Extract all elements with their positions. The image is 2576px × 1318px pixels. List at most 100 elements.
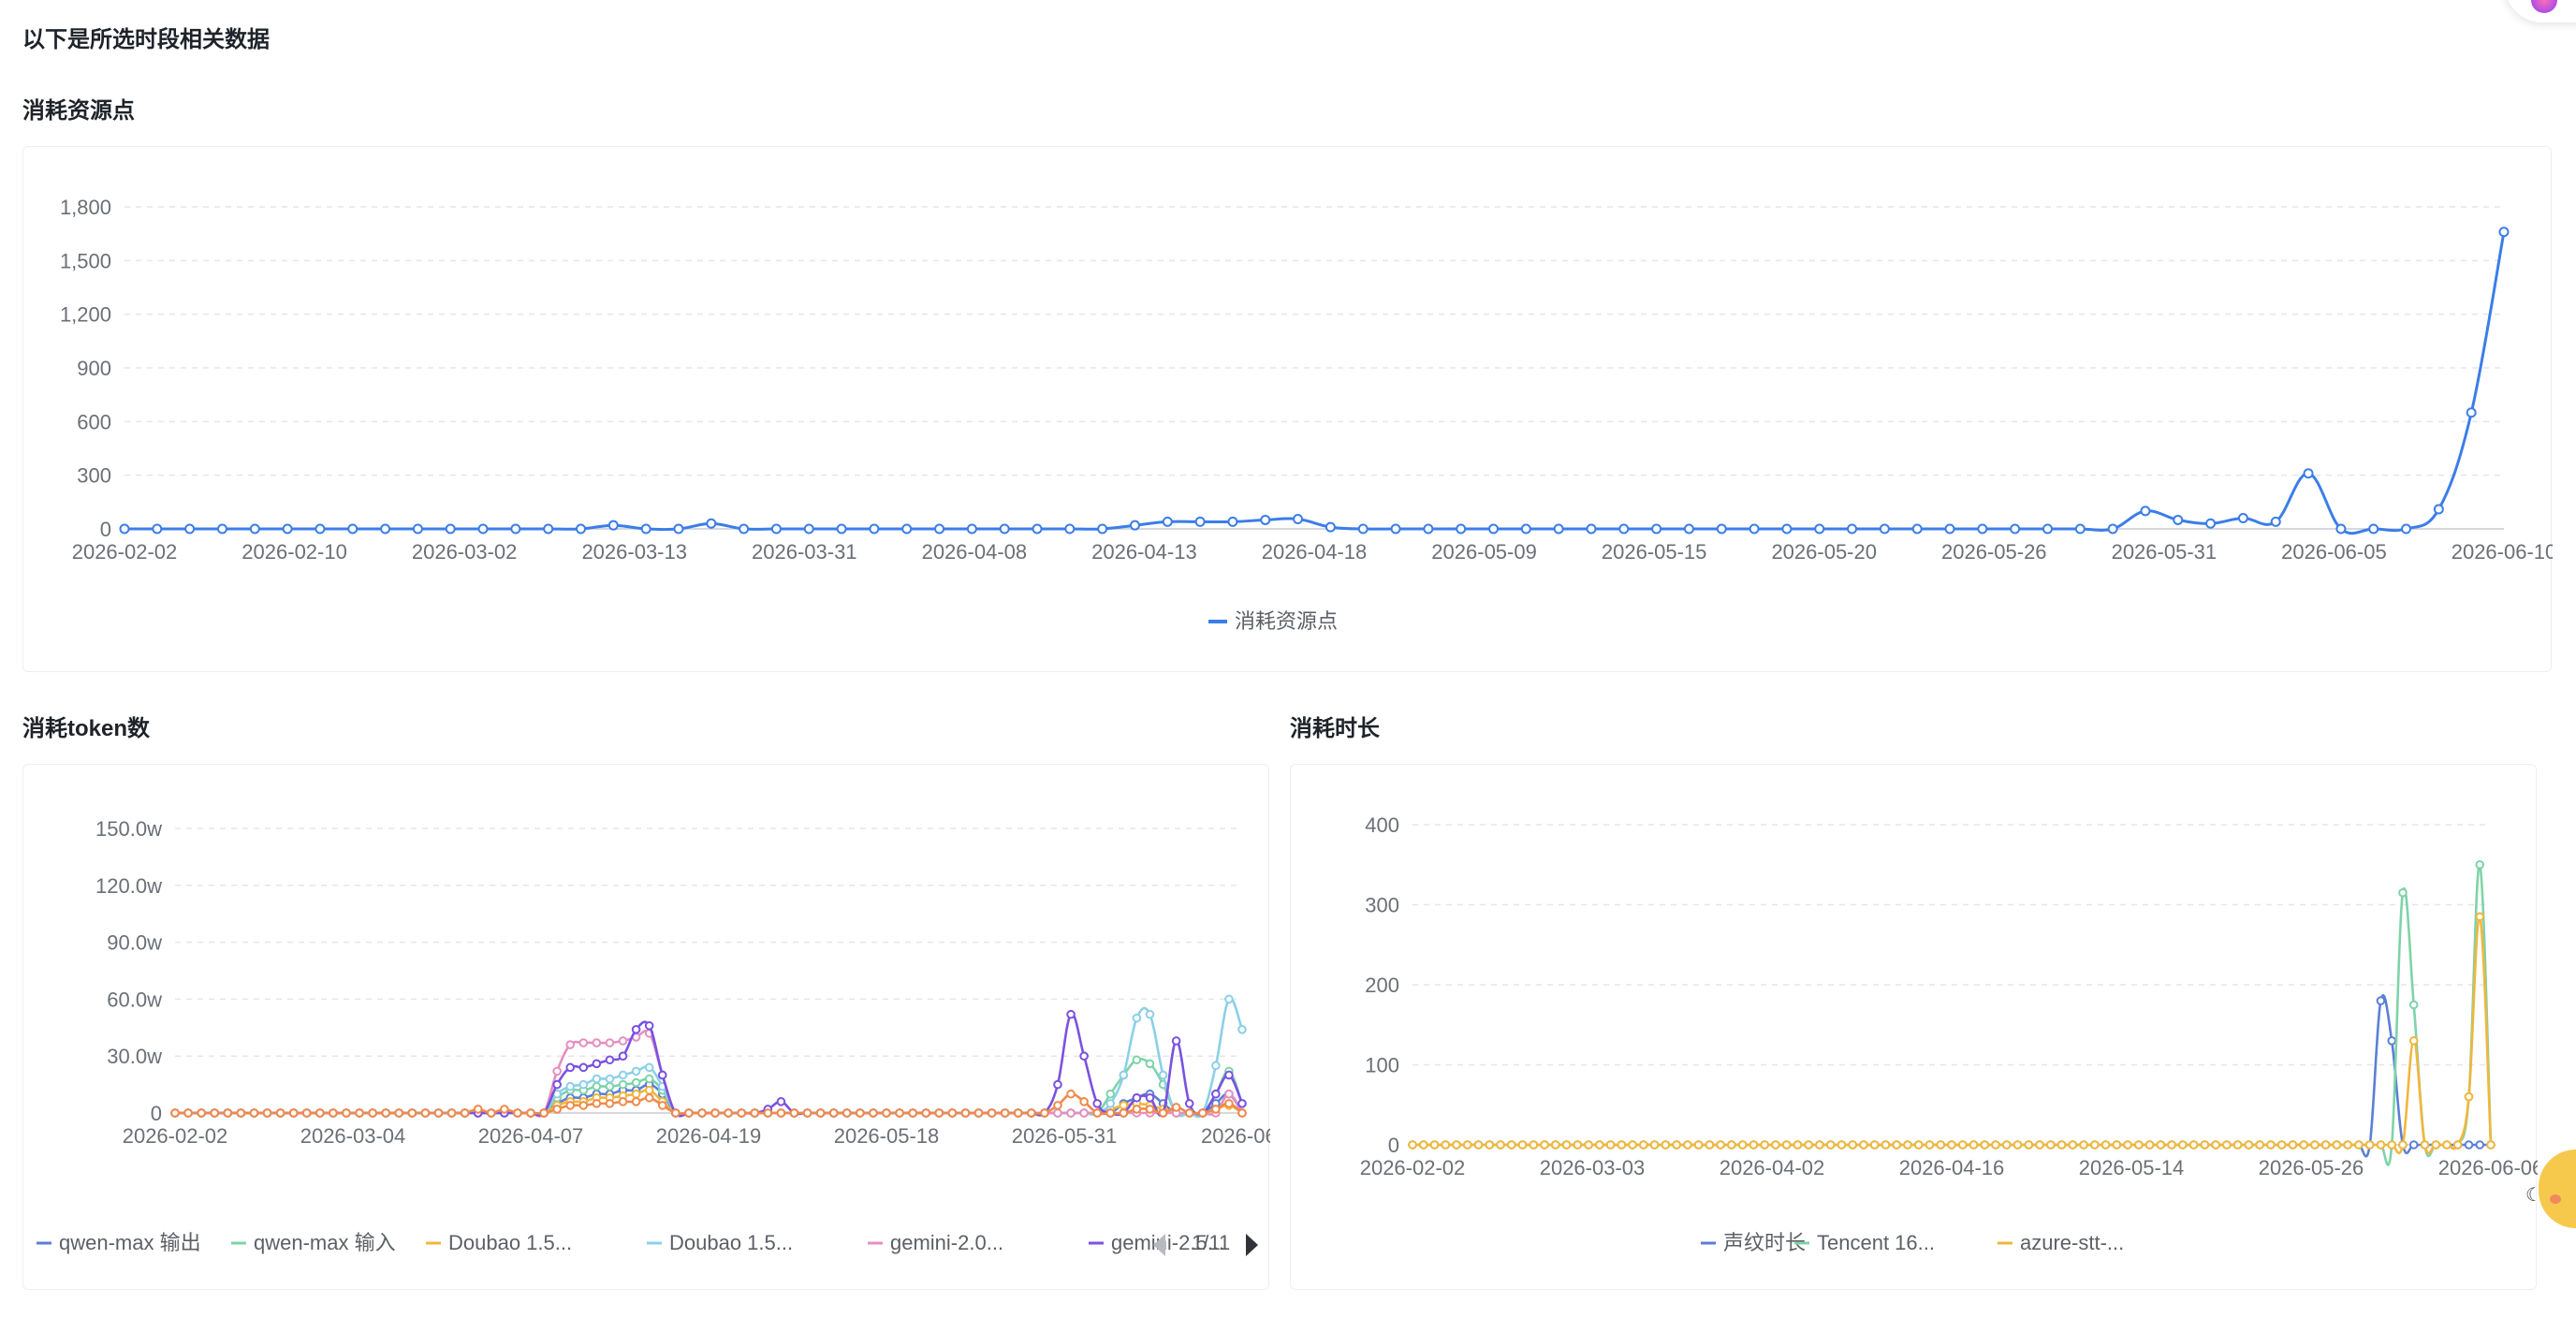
data-point [1032,523,1043,535]
data-point [500,1105,509,1114]
data-point [2466,407,2477,418]
data-point [355,1108,364,1118]
data-point [2387,1036,2397,1046]
data-point [657,1101,667,1110]
data-point [618,1079,628,1090]
data-point [315,1108,325,1118]
data-point [2276,1140,2287,1150]
y-tick-label: 1,200 [60,303,111,327]
y-tick-label: 100 [1365,1054,1399,1077]
data-point [412,523,423,535]
data-point [2408,1000,2419,1010]
data-point [2464,1140,2474,1150]
y-tick-label: 1,500 [60,249,111,272]
data-point [631,1066,641,1076]
x-tick-label: 2026-06-05 [2281,540,2387,564]
x-tick-label: 2026-04-02 [1720,1156,1825,1179]
data-point [592,1059,602,1069]
data-point [2167,1140,2176,1150]
data-point [394,1108,404,1118]
data-point [2156,1140,2166,1150]
data-point [2178,1140,2188,1150]
data-point [565,1081,576,1091]
data-point [1683,1140,1692,1150]
data-point [2112,1140,2122,1150]
data-point [2303,468,2314,479]
data-point [1991,1140,2000,1150]
data-point [1618,523,1630,535]
data-point [1936,1140,1946,1150]
data-point [1716,523,1727,535]
assistant-mascot-icon[interactable] [2539,1150,2576,1228]
data-point [1551,1140,1560,1150]
data-point [1162,516,1173,527]
data-point [1237,1099,1247,1108]
data-point [934,523,945,535]
data-point [1119,1108,1129,1118]
data-point [1119,1070,1129,1080]
x-tick-label: 2026-05-20 [1771,540,1877,564]
data-point [1913,1140,1924,1150]
data-point [578,1062,589,1073]
data-point [1129,520,1140,531]
data-point [2012,1140,2023,1150]
data-point [895,1108,904,1118]
data-point [1293,513,1304,524]
legend-label: qwen-max 输入 [254,1231,396,1254]
data-point [1881,1140,1891,1150]
data-point [539,1108,549,1118]
data-point [1408,1140,1417,1150]
data-point [1804,1140,1813,1150]
data-point [1506,1140,1516,1150]
user-avatar[interactable] [2505,0,2576,22]
data-point [2332,1140,2342,1150]
data-point [1418,1140,1428,1150]
data-point [1957,1140,1968,1150]
legend-pager: 1/11 [1192,1231,1230,1254]
data-point [869,1108,878,1118]
x-tick-label: 2026-03-31 [752,540,857,564]
y-tick-label: 30.0w [107,1045,162,1068]
y-tick-label: 60.0w [107,988,162,1011]
data-point [1749,523,1760,535]
data-point [288,1108,299,1118]
data-point [1027,1108,1036,1118]
data-point [2364,1140,2375,1150]
data-point [184,523,196,535]
data-point [2056,1140,2067,1150]
data-point [565,1101,576,1110]
data-point [1859,1140,1868,1150]
data-point [1053,1101,1062,1110]
data-point [1325,521,1336,533]
data-point [282,523,293,535]
data-point [543,523,554,535]
x-tick-label: 2026-05-31 [2112,540,2217,564]
data-point [1145,1009,1155,1019]
data-point [710,1108,720,1118]
y-tick-label: 300 [1365,894,1399,917]
data-point [631,1097,641,1106]
legend-label: Doubao 1.5... [669,1231,793,1254]
x-tick-label: 2026-06-10 [2452,540,2553,564]
data-point [1145,1092,1155,1103]
y-tick-label: 90.0w [107,931,162,955]
data-point [999,523,1010,535]
data-point [673,523,684,535]
data-point [1000,1108,1010,1118]
data-point [275,1108,285,1118]
data-point [249,523,260,535]
data-point [1145,1059,1155,1069]
data-point [2376,996,2386,1005]
legend-label: qwen-max 输出 [59,1231,201,1254]
duration-chart-card: 0 100 200 300 400 2026-02-02 2026-03-03 2026-04… [1290,764,2538,1290]
data-point [1145,1105,1155,1114]
data-point [445,523,456,535]
data-point [2452,1140,2463,1150]
data-point [1517,1140,1528,1150]
data-point [1586,523,1597,535]
y-tick-label: 600 [77,410,111,433]
data-point [2074,523,2086,535]
data-point [1716,1140,1725,1150]
x-tick-label: 2026-05-14 [2079,1156,2185,1179]
data-point [2024,1140,2034,1150]
